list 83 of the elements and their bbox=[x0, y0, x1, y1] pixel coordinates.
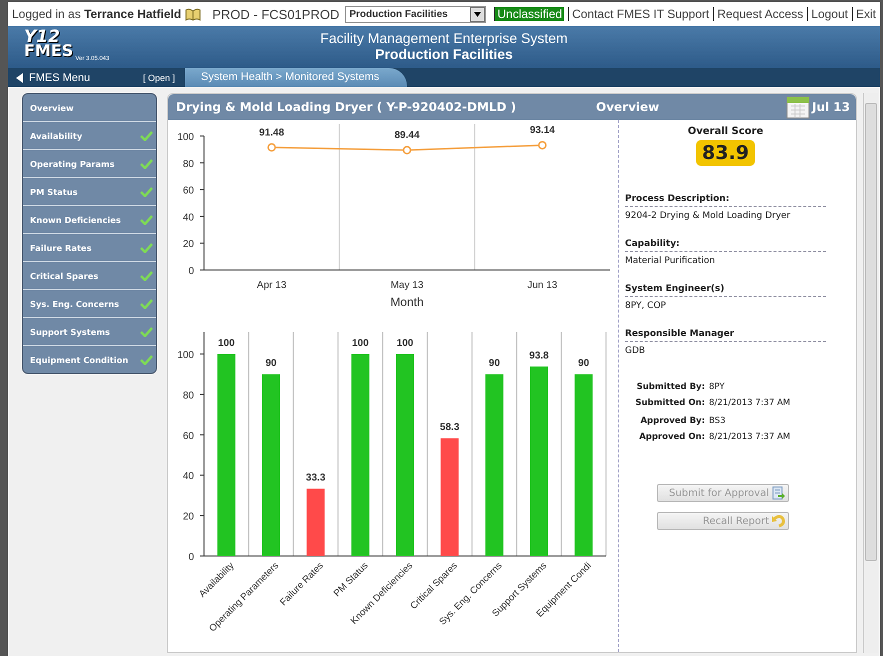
field-value: 8PY, COP bbox=[625, 301, 667, 311]
axis-tick-label: 60 bbox=[182, 430, 194, 442]
data-label: 100 bbox=[218, 338, 235, 349]
axis-tick-label: 0 bbox=[188, 552, 194, 563]
undo-arrow-icon bbox=[772, 514, 786, 528]
score-label: Overall Score bbox=[686, 126, 764, 137]
axis-tick-label: May 13 bbox=[390, 280, 424, 291]
breadcrumb-tab[interactable]: System Health > Monitored Systems bbox=[185, 68, 408, 87]
sidebar-item[interactable]: Availability bbox=[23, 122, 156, 150]
axis-tick-label: 80 bbox=[182, 390, 194, 402]
x-axis-title: Month bbox=[390, 295, 424, 309]
field-label: Responsible Manager bbox=[625, 329, 826, 342]
data-point bbox=[402, 146, 412, 154]
sidebar-item[interactable]: Overview bbox=[23, 94, 156, 122]
field-label: Capability: bbox=[625, 239, 826, 252]
axis-tick-label: 100 bbox=[177, 350, 194, 361]
header-link[interactable]: Request Access bbox=[713, 7, 804, 21]
open-menu-link[interactable]: [ Open ] bbox=[143, 72, 176, 82]
report-title: Drying & Mold Loading Dryer ( Y-P-920402-DMLD ) bbox=[176, 100, 518, 114]
data-label: 58.3 bbox=[440, 422, 460, 434]
data-point bbox=[267, 143, 276, 152]
sidebar-item[interactable]: Critical Spares bbox=[23, 262, 156, 290]
field-value: 8PY bbox=[709, 382, 726, 392]
header-link[interactable]: Logout bbox=[807, 7, 848, 21]
field-value: 8/21/2013 7:37 AM bbox=[709, 432, 792, 442]
data-label: 89.44 bbox=[394, 130, 420, 142]
field-value: 9204-2 Drying & Mold Loading Dryer bbox=[625, 211, 792, 221]
sidebar-item[interactable]: Support Systems bbox=[23, 318, 156, 346]
calendar-icon[interactable] bbox=[786, 95, 810, 119]
caret-icon bbox=[474, 12, 482, 16]
sidebar-item[interactable]: Known Deficiencies bbox=[23, 206, 156, 234]
field-value: GDB bbox=[625, 346, 646, 356]
logo: Y12 FMES bbox=[24, 26, 74, 58]
view-title: Overview bbox=[596, 100, 660, 114]
sidebar-item[interactable]: PM Status bbox=[23, 178, 156, 206]
data-label: 100 bbox=[352, 338, 369, 349]
book-icon[interactable] bbox=[185, 8, 202, 20]
field-label: Submitted On: bbox=[634, 398, 706, 408]
axis-tick-label: 20 bbox=[182, 512, 194, 523]
axis-tick-label: 40 bbox=[182, 471, 194, 482]
axis-tick-label: 60 bbox=[182, 186, 194, 197]
menu-toggle[interactable]: FMES Menu bbox=[8, 72, 143, 84]
sidebar-item[interactable]: Equipment Condition bbox=[23, 346, 156, 373]
field-label: Approved On: bbox=[638, 432, 706, 442]
facility-select[interactable]: Production Facilities bbox=[345, 6, 486, 22]
classification-badge: Unclassified bbox=[494, 7, 564, 21]
field-label: System Engineer(s) bbox=[625, 284, 826, 297]
data-point bbox=[538, 140, 547, 150]
field-label: Approved By: bbox=[639, 416, 706, 426]
score-bar bbox=[306, 488, 325, 556]
axis-tick-label: 0 bbox=[188, 266, 194, 277]
axis-tick-label: Apr 13 bbox=[256, 280, 286, 291]
left-arrow-icon bbox=[16, 72, 23, 82]
data-label: 90 bbox=[265, 358, 277, 370]
login-text: Logged in as Terrance Hatfield bbox=[12, 7, 182, 21]
axis-tick-label: 100 bbox=[177, 132, 194, 143]
app-subtitle: Production Facilities bbox=[375, 46, 513, 62]
app-title: Facility Management Enterprise System bbox=[320, 30, 568, 46]
field-label: Process Description: bbox=[625, 194, 826, 207]
axis-tick-label: 20 bbox=[182, 239, 194, 250]
data-label: 91.48 bbox=[259, 127, 284, 138]
data-label: 90 bbox=[488, 358, 500, 370]
field-value: BS3 bbox=[709, 416, 726, 426]
data-label: 93.14 bbox=[530, 125, 555, 136]
document-arrow-icon bbox=[772, 486, 786, 500]
data-label: 33.3 bbox=[306, 472, 326, 484]
report-date: Jul 13 bbox=[812, 100, 850, 114]
data-label: 93.8 bbox=[529, 350, 549, 362]
data-label: 90 bbox=[578, 358, 590, 370]
axis-tick-label: Jun 13 bbox=[527, 280, 558, 291]
sidebar-item[interactable]: Sys. Eng. Concerns bbox=[23, 290, 156, 318]
field-value: 8/21/2013 7:37 AM bbox=[709, 398, 792, 408]
header-link[interactable]: Exit bbox=[852, 7, 876, 21]
sidebar-item[interactable]: Failure Rates bbox=[23, 234, 156, 262]
axis-tick-label: 80 bbox=[182, 158, 194, 170]
data-label: 100 bbox=[396, 338, 414, 349]
score-badge: 83.9 bbox=[696, 140, 755, 166]
axis-tick-label: 40 bbox=[182, 212, 194, 224]
header-link[interactable]: Contact FMES IT Support bbox=[568, 7, 710, 21]
field-value: Material Purification bbox=[625, 256, 716, 266]
sidebar-item[interactable]: Operating Params bbox=[23, 150, 156, 178]
field-label: Submitted By: bbox=[636, 382, 706, 392]
environment-label: PROD - FCS01PROD bbox=[212, 6, 340, 22]
